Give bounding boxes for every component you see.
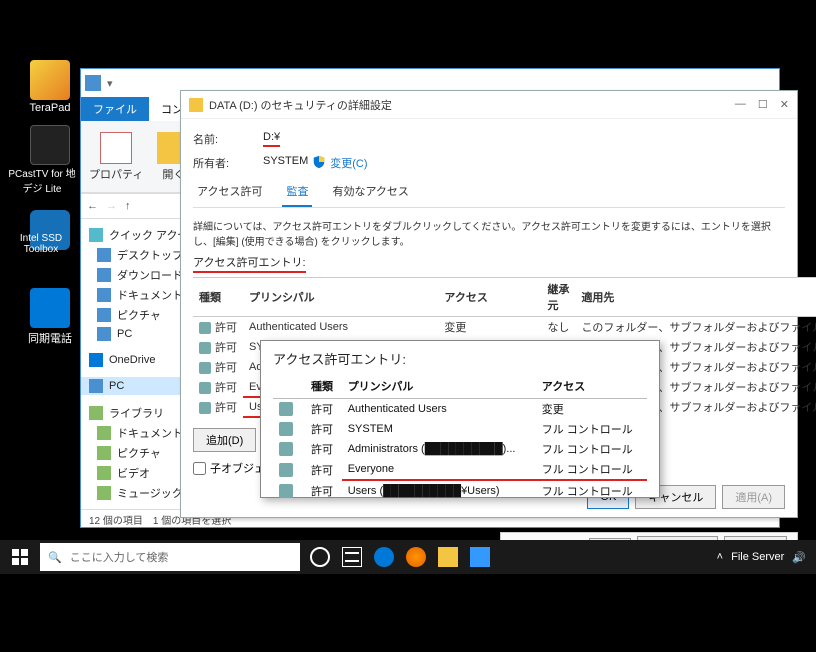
table-row: 許可SYSTEMフル コントロール <box>273 419 647 439</box>
picture-icon <box>97 446 111 460</box>
desktop-icon-phone[interactable]: 同期電話 <box>20 288 80 346</box>
col-inherit[interactable]: 継承元 <box>541 278 575 317</box>
video-icon <box>97 466 111 480</box>
entries-label: アクセス許可エントリ: <box>193 254 306 273</box>
owner-label: 所有者: <box>193 155 263 171</box>
firefox-icon[interactable] <box>406 547 426 567</box>
owner-value: SYSTEM <box>263 155 308 171</box>
speaker-icon[interactable]: 🔊 <box>792 551 806 564</box>
child-objects-checkbox[interactable] <box>193 462 206 475</box>
app-icon[interactable] <box>470 547 490 567</box>
back-icon[interactable]: ← <box>87 200 98 212</box>
security-tabs: アクセス許可 監査 有効なアクセス <box>193 179 785 208</box>
desktop-icon-intel-label: Intel SSD Toolbox <box>3 233 79 255</box>
server-label: File Server <box>731 551 784 563</box>
star-icon <box>89 228 103 242</box>
dialog-titlebar[interactable]: DATA (D:) のセキュリティの詳細設定 — ☐ ✕ <box>181 91 797 119</box>
cortana-icon[interactable] <box>310 547 330 567</box>
table-row: 許可Users (██████████¥Users)フル コントロール <box>273 480 647 501</box>
desktop-icon-pcast[interactable] <box>20 125 80 167</box>
zoom-col-principal: プリンシパル <box>342 374 536 399</box>
forward-icon[interactable]: → <box>106 200 117 212</box>
close-icon[interactable]: ✕ <box>780 98 789 111</box>
start-button[interactable] <box>2 540 38 574</box>
desktop-icon-pcast-label: PCastTV for 地デジ Lite <box>5 165 79 195</box>
document-icon <box>97 288 111 302</box>
up-icon[interactable]: ↑ <box>125 200 131 212</box>
search-box[interactable]: 🔍 ここに入力して検索 <box>40 543 300 571</box>
pc-icon <box>89 379 103 393</box>
tab-effective[interactable]: 有効なアクセス <box>328 179 412 207</box>
col-type[interactable]: 種類 <box>193 278 243 317</box>
table-row: 許可Everyoneフル コントロール <box>273 459 647 480</box>
zoom-col-access: アクセス <box>536 374 647 399</box>
table-row: 許可Administrators (██████████)...フル コントロー… <box>273 439 647 459</box>
icon-label: 同期電話 <box>20 330 80 346</box>
taskbar: 🔍 ここに入力して検索 ˄ File Server 🔊 <box>0 540 816 574</box>
col-applies[interactable]: 適用先 <box>575 278 816 317</box>
search-placeholder: ここに入力して検索 <box>70 549 169 565</box>
tab-permissions[interactable]: アクセス許可 <box>193 179 266 207</box>
download-icon <box>97 268 111 282</box>
folder-icon <box>189 98 203 112</box>
add-button[interactable]: 追加(D) <box>193 428 256 452</box>
dialog-title: DATA (D:) のセキュリティの詳細設定 <box>209 97 392 113</box>
desktop-icon <box>97 248 111 262</box>
table-row: 許可Authenticated Users変更 <box>273 399 647 420</box>
minimize-icon[interactable]: — <box>735 98 746 111</box>
zoom-table: 種類 プリンシパル アクセス 許可Authenticated Users変更許可… <box>273 374 647 501</box>
table-row[interactable]: 許可Authenticated Users変更なしこのフォルダー、サブフォルダー… <box>193 317 816 338</box>
zoom-popup: アクセス許可エントリ: 種類 プリンシパル アクセス 許可Authenticat… <box>260 340 660 498</box>
desktop: TeraPad PCastTV for 地デジ Lite Intel SSD T… <box>0 0 816 652</box>
down-caret-icon[interactable]: ▾ <box>107 77 113 90</box>
col-access[interactable]: アクセス <box>438 278 541 317</box>
onedrive-icon <box>89 353 103 367</box>
tray-up-icon[interactable]: ˄ <box>717 551 723 563</box>
description-text: 詳細については、アクセス許可エントリをダブルクリックしてください。アクセス許可エ… <box>193 218 785 248</box>
picture-icon <box>97 308 111 322</box>
name-value: D:¥ <box>263 131 280 147</box>
zoom-title: アクセス許可エントリ: <box>273 349 647 368</box>
document-icon <box>97 426 111 440</box>
zoom-col-type: 種類 <box>305 374 342 399</box>
library-icon <box>89 406 103 420</box>
apply-button[interactable]: 適用(A) <box>722 485 785 509</box>
pc-icon <box>97 327 111 341</box>
search-icon: 🔍 <box>48 551 62 564</box>
monitor-icon <box>85 75 101 91</box>
music-icon <box>97 486 111 500</box>
name-label: 名前: <box>193 131 263 147</box>
shield-icon <box>312 155 326 169</box>
icon-label: TeraPad <box>20 102 80 114</box>
ribbon-properties[interactable]: プロパティ <box>89 132 143 182</box>
edge-icon[interactable] <box>374 547 394 567</box>
explorer-taskbar-icon[interactable] <box>438 547 458 567</box>
taskview-icon[interactable] <box>342 547 362 567</box>
desktop-icon-terapad[interactable]: TeraPad <box>20 60 80 114</box>
col-principal[interactable]: プリンシパル <box>243 278 438 317</box>
maximize-icon[interactable]: ☐ <box>758 98 768 111</box>
change-owner-link[interactable]: 変更(C) <box>330 155 367 171</box>
tab-audit[interactable]: 監査 <box>282 179 312 207</box>
tab-file[interactable]: ファイル <box>81 97 149 121</box>
